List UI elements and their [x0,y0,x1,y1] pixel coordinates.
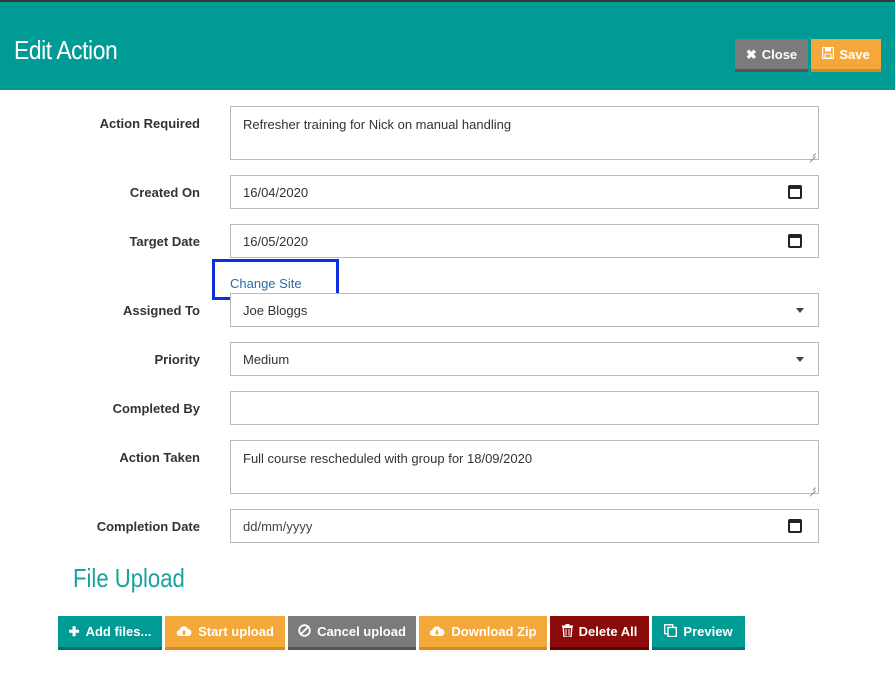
delete-all-button[interactable]: Delete All [550,616,649,650]
download-zip-label: Download Zip [451,624,537,639]
delete-all-label: Delete All [578,624,638,639]
save-button-label: Save [839,46,870,62]
caret-down-icon [796,307,804,313]
save-button[interactable]: Save [811,39,881,72]
floppy-icon [822,46,835,61]
created-on-label: Created On [129,185,200,200]
close-button-label: Close [761,46,798,62]
start-upload-label: Start upload [198,624,274,639]
assigned-to-label: Assigned To [122,303,200,318]
target-date-input[interactable]: 16/05/2020 [230,224,819,258]
calendar-icon[interactable] [788,185,802,199]
add-files-button[interactable]: ✚ Add files... [58,616,162,650]
add-files-label: Add files... [85,624,152,639]
completed-by-input[interactable] [230,391,819,425]
start-upload-button[interactable]: Start upload [165,616,285,650]
cloud-download-icon [429,625,445,639]
priority-value: Medium [243,351,290,367]
action-required-textarea[interactable]: Refresher training for Nick on manual ha… [230,106,819,160]
file-upload-heading: File Upload [73,563,185,593]
caret-down-icon [796,356,804,362]
close-button[interactable]: ✖ Close [735,39,808,72]
priority-select[interactable]: Medium [230,342,819,376]
modal-header: Edit Action ✖ Close Save [0,2,895,90]
trash-icon [561,624,573,639]
action-taken-textarea[interactable]: Full course rescheduled with group for 1… [230,440,819,494]
created-on-date-input[interactable]: 16/04/2020 [230,175,819,209]
preview-button[interactable]: Preview [652,616,745,650]
target-date-value: 16/05/2020 [243,233,309,249]
preview-label: Preview [683,624,733,639]
action-required-label: Action Required [99,116,200,131]
completion-date-placeholder: dd/mm/yyyy [243,518,313,534]
completion-date-input[interactable]: dd/mm/yyyy [230,509,819,543]
created-on-value: 16/04/2020 [243,184,309,200]
assigned-to-select[interactable]: Joe Bloggs [230,293,819,327]
priority-label: Priority [154,352,200,367]
plus-icon: ✚ [68,624,80,639]
calendar-icon[interactable] [788,234,802,248]
cancel-upload-button[interactable]: Cancel upload [288,616,416,650]
action-taken-value: Full course rescheduled with group for 1… [243,451,533,466]
resize-handle-icon[interactable] [808,483,816,491]
copy-icon [664,623,678,639]
target-date-label: Target Date [129,234,200,249]
action-taken-label: Action Taken [119,450,200,465]
cloud-upload-icon [176,625,192,639]
completed-by-label: Completed By [112,401,200,416]
cancel-upload-label: Cancel upload [317,624,406,639]
change-site-link[interactable]: Change Site [230,276,302,291]
assigned-to-value: Joe Bloggs [243,302,308,318]
action-required-value: Refresher training for Nick on manual ha… [243,117,512,132]
calendar-icon[interactable] [788,519,802,533]
completion-date-label: Completion Date [96,519,200,534]
times-icon: ✖ [745,46,757,62]
ban-icon [298,624,311,639]
resize-handle-icon[interactable] [808,149,816,157]
modal-title: Edit Action [14,35,118,65]
download-zip-button[interactable]: Download Zip [419,616,547,650]
